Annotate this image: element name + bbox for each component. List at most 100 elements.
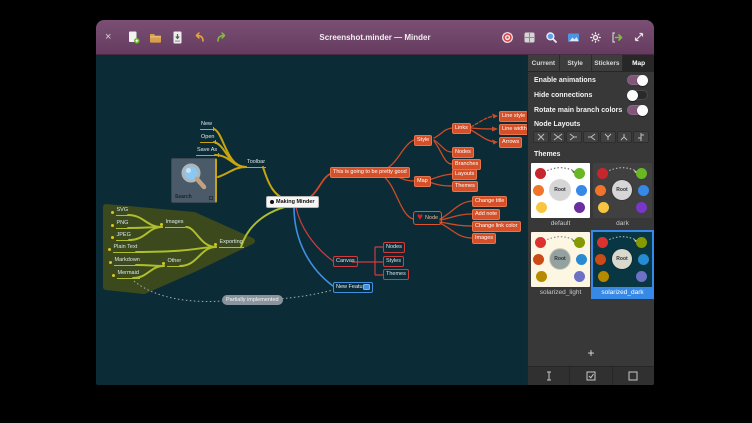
layout-manual-button[interactable] bbox=[533, 131, 549, 143]
focus-mode-button[interactable] bbox=[499, 29, 515, 45]
map-node-themes[interactable]: Themes bbox=[452, 181, 478, 192]
undo-button[interactable] bbox=[191, 29, 207, 45]
map-node-node[interactable]: ♥Node bbox=[413, 211, 442, 225]
map-node-svg[interactable]: SVG bbox=[111, 207, 129, 216]
image-resize-icon[interactable] bbox=[209, 196, 213, 200]
map-node-line-width[interactable]: Line width bbox=[499, 124, 527, 135]
map-node-new[interactable]: New bbox=[200, 121, 213, 130]
theme-circle bbox=[574, 202, 585, 213]
zoom-button[interactable] bbox=[543, 29, 559, 45]
theme-circle bbox=[638, 185, 649, 196]
map-node-root[interactable]: Making Minder bbox=[266, 196, 319, 208]
close-button[interactable]: × bbox=[103, 29, 119, 45]
map-node-layouts[interactable]: Layouts bbox=[452, 169, 477, 180]
export-button[interactable] bbox=[609, 29, 625, 45]
mindmap-canvas[interactable]: Search Toolbar New Open Save As Exportin… bbox=[96, 55, 527, 385]
export-image-button[interactable] bbox=[565, 29, 581, 45]
map-node-add-note[interactable]: Add note bbox=[472, 209, 500, 220]
theme-preview: Root bbox=[531, 232, 590, 287]
map-node-mermaid[interactable]: Mermaid bbox=[112, 270, 140, 279]
ibeam-icon bbox=[544, 371, 554, 381]
tab-stickers[interactable]: Stickers bbox=[592, 55, 624, 71]
map-node-pretty-good[interactable]: This is going to be pretty good bbox=[330, 167, 410, 178]
map-node-toolbar[interactable]: Toolbar bbox=[246, 159, 266, 168]
map-node-exporting[interactable]: Exporting bbox=[214, 239, 244, 248]
map-node-search-image[interactable]: Search bbox=[171, 158, 217, 203]
map-node-partially-implemented[interactable]: Partially implemented bbox=[222, 295, 283, 305]
theme-card-dark[interactable]: Root dark bbox=[593, 163, 652, 228]
map-node-plain-text[interactable]: Plain Text bbox=[108, 244, 138, 253]
map-node-save-as[interactable]: Save As bbox=[196, 147, 218, 156]
enable-animations-toggle[interactable] bbox=[627, 75, 648, 85]
add-theme-button[interactable]: + bbox=[528, 347, 654, 359]
map-node-jpeg[interactable]: JPEG bbox=[111, 232, 132, 241]
theme-root-circle: Root bbox=[550, 249, 570, 269]
map-node-images-right[interactable]: Images bbox=[472, 233, 496, 244]
layout-horizontal-button[interactable] bbox=[550, 131, 566, 143]
bullet-icon bbox=[111, 236, 114, 239]
close-icon: × bbox=[105, 32, 117, 43]
settings-button[interactable] bbox=[587, 29, 603, 45]
map-node-nodes-canvas[interactable]: Nodes bbox=[383, 242, 405, 253]
rotate-branch-colors-toggle[interactable] bbox=[627, 105, 648, 115]
open-button[interactable] bbox=[147, 29, 163, 45]
layout-down-button[interactable] bbox=[617, 131, 633, 143]
layout-down-icon bbox=[618, 132, 630, 142]
checkbox-icon bbox=[586, 371, 596, 381]
fullscreen-button[interactable] bbox=[631, 29, 647, 45]
text-properties-button[interactable] bbox=[528, 367, 570, 385]
map-node-links[interactable]: Links bbox=[452, 123, 471, 134]
map-node-open[interactable]: Open bbox=[200, 134, 215, 143]
focus-target-icon bbox=[501, 31, 514, 44]
map-node-map[interactable]: Map bbox=[414, 176, 431, 187]
node-border-button[interactable] bbox=[613, 367, 654, 385]
map-node-change-link-color[interactable]: Change link color bbox=[472, 221, 521, 232]
map-node-styles-canvas[interactable]: Styles bbox=[383, 256, 404, 267]
map-node-nodes[interactable]: Nodes bbox=[452, 147, 474, 158]
layout-up-button[interactable] bbox=[600, 131, 616, 143]
bullet-icon bbox=[162, 262, 165, 265]
grid-icon bbox=[523, 31, 536, 44]
redo-button[interactable] bbox=[213, 29, 229, 45]
theme-circle bbox=[636, 237, 647, 248]
theme-circle bbox=[576, 185, 587, 196]
map-node-canvas[interactable]: Canvas bbox=[333, 256, 358, 267]
tab-current[interactable]: Current bbox=[528, 55, 560, 71]
map-node-style[interactable]: Style bbox=[414, 135, 432, 146]
theme-card-solarized-dark[interactable]: Root solarized_dark bbox=[593, 232, 652, 297]
theme-circle bbox=[536, 202, 547, 213]
task-checkbox-button[interactable] bbox=[570, 367, 612, 385]
theme-circle bbox=[574, 237, 585, 248]
layout-right-icon bbox=[585, 132, 597, 142]
heart-image: ♥ bbox=[417, 213, 423, 223]
theme-root-circle: Root bbox=[612, 249, 632, 269]
map-node-arrows[interactable]: Arrows bbox=[499, 137, 522, 148]
theme-circle bbox=[598, 202, 609, 213]
theme-circle bbox=[636, 271, 647, 282]
layout-left-button[interactable] bbox=[566, 131, 582, 143]
new-document-button[interactable] bbox=[125, 29, 141, 45]
map-node-line-style[interactable]: Line style bbox=[499, 111, 527, 122]
theme-label: default bbox=[531, 218, 590, 228]
hide-connections-toggle[interactable] bbox=[627, 90, 648, 100]
map-node-change-title[interactable]: Change title bbox=[472, 196, 507, 207]
map-node-markdown[interactable]: Markdown bbox=[109, 257, 141, 266]
theme-card-default[interactable]: Root default bbox=[531, 163, 590, 228]
theme-circle bbox=[595, 254, 606, 265]
map-node-themes-canvas[interactable]: Themes bbox=[383, 269, 409, 280]
overview-button[interactable] bbox=[521, 29, 537, 45]
theme-circle bbox=[533, 254, 544, 265]
layout-right-button[interactable] bbox=[583, 131, 599, 143]
app-window: × bbox=[96, 20, 654, 385]
save-button[interactable] bbox=[169, 29, 185, 45]
task-indicator-icon bbox=[270, 200, 274, 204]
layout-vertical-button[interactable] bbox=[633, 131, 649, 143]
theme-circle bbox=[638, 254, 649, 265]
tab-style[interactable]: Style bbox=[560, 55, 592, 71]
map-node-images[interactable]: Images bbox=[160, 219, 185, 228]
map-node-other[interactable]: Other bbox=[162, 258, 182, 267]
search-icon bbox=[545, 31, 558, 44]
theme-card-solarized-light[interactable]: Root solarized_light bbox=[531, 232, 590, 297]
tab-map[interactable]: Map bbox=[623, 55, 654, 71]
map-node-png[interactable]: PNG bbox=[111, 220, 129, 229]
